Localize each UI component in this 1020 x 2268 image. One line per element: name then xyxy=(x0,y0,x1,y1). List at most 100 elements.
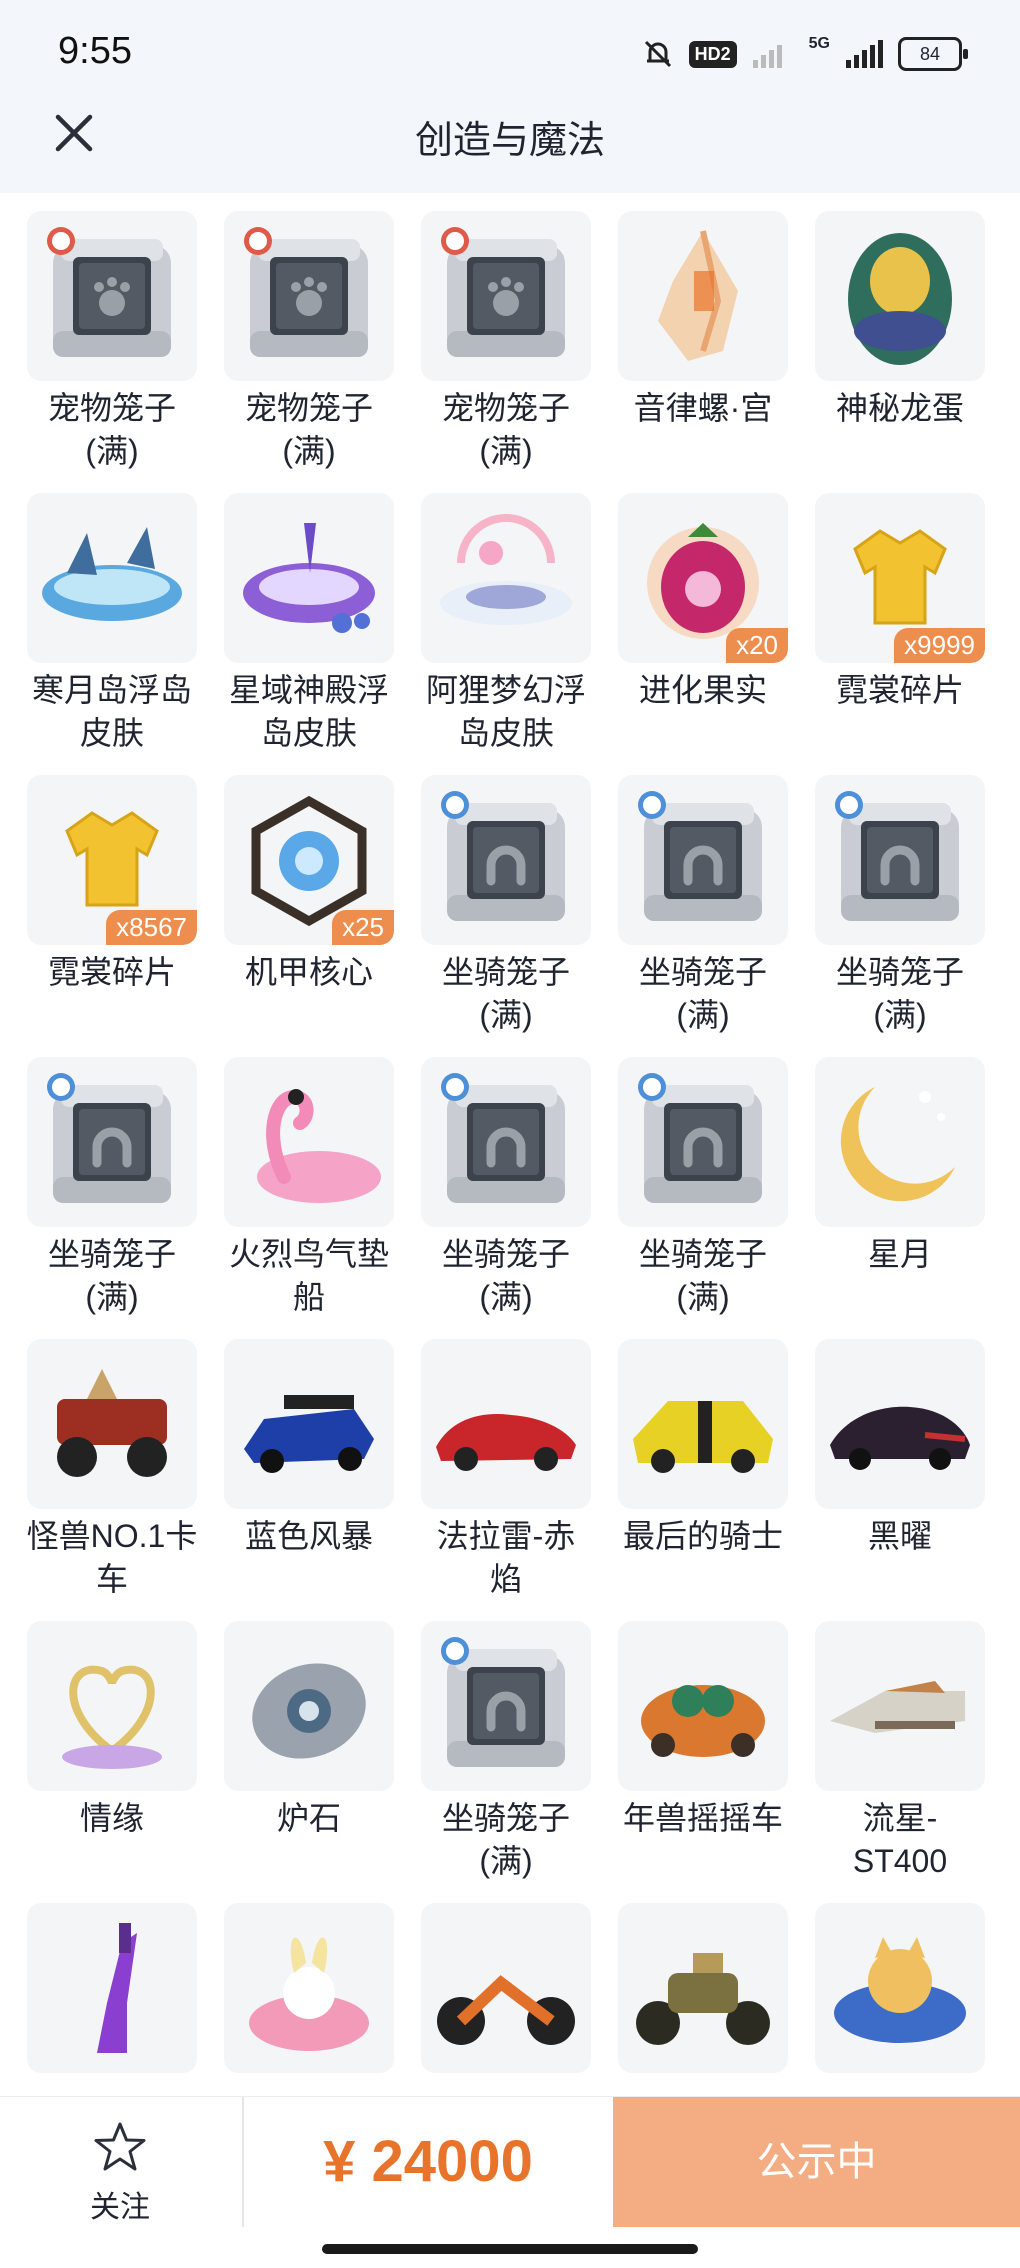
item-name-line1: 音律螺·宫 xyxy=(633,390,773,426)
item-name-line2: (满) xyxy=(479,1843,533,1879)
item-name: 神秘龙蛋 xyxy=(801,387,999,430)
item-thumbnail xyxy=(421,1903,591,2073)
mount-cage-icon xyxy=(47,1073,171,1203)
item-name-line1: 炉石 xyxy=(276,1800,341,1836)
flamingo-float-icon xyxy=(257,1089,381,1203)
page-title: 创造与魔法 xyxy=(414,120,605,162)
item-name-line1: 霓裳碎片 xyxy=(835,672,964,708)
item-name-line1: 年兽摇摇车 xyxy=(622,1800,783,1836)
item-name-line2: (满) xyxy=(873,997,927,1033)
item-name-line1: 进化果实 xyxy=(638,672,767,708)
orange-motorcycle-icon xyxy=(437,1975,575,2045)
item-name: 情缘 xyxy=(13,1797,211,1840)
item-name-line2: 岛皮肤 xyxy=(260,715,357,751)
item-thumbnail xyxy=(27,1621,197,1791)
item-name-line1: 机甲核心 xyxy=(244,954,373,990)
item-grid: 宠物笼子 (满) 宠物笼子 (满) 宠物笼子 (满) 音律螺·宫 神秘龙蛋 寒月岛浮岛… xyxy=(0,193,1020,2096)
item-thumbnail xyxy=(421,493,591,663)
hearthstone-icon xyxy=(252,1663,366,1759)
signal-icon xyxy=(752,45,782,68)
item-name: 音律螺·宫 xyxy=(604,387,802,430)
item-name-line1: 坐骑笼子 xyxy=(441,1236,570,1272)
item-name-line2: (满) xyxy=(85,433,139,469)
item-name-line1: 霓裳碎片 xyxy=(47,954,176,990)
item-name-line1: 星域神殿浮 xyxy=(228,672,389,708)
item-name: 炉石 xyxy=(210,1797,408,1840)
price: ¥ 24000 xyxy=(323,2129,533,2194)
item-thumbnail xyxy=(27,211,197,381)
item-thumbnail xyxy=(815,1057,985,1227)
item-name-line1: 星月 xyxy=(867,1236,932,1272)
item-thumbnail xyxy=(421,775,591,945)
item-thumbnail xyxy=(27,493,197,663)
item-thumbnail xyxy=(421,1057,591,1227)
item-thumbnail: x25 xyxy=(224,775,394,945)
blue-race-car-icon xyxy=(244,1395,374,1473)
item-name: 坐骑笼子 (满) xyxy=(604,1233,802,1319)
mount-cage-icon xyxy=(638,1073,762,1203)
item-name-line1: 蓝色风暴 xyxy=(244,1518,373,1554)
item-name-line2: 船 xyxy=(292,1279,325,1315)
item-name-line2: (满) xyxy=(282,433,336,469)
item-name-line2: 车 xyxy=(95,1561,128,1597)
item-name: 星域神殿浮 岛皮肤 xyxy=(210,669,408,755)
item-name: 星月 xyxy=(801,1233,999,1276)
item-name: 火烈鸟气垫船 xyxy=(210,1233,408,1319)
mount-cage-icon xyxy=(441,1637,565,1767)
item-thumbnail xyxy=(815,1621,985,1791)
item-thumbnail xyxy=(224,1057,394,1227)
item-thumbnail xyxy=(421,1621,591,1791)
crescent-moon-icon xyxy=(840,1087,955,1202)
item-thumbnail: x9999 xyxy=(815,493,985,663)
black-classic-car-icon xyxy=(830,1406,970,1470)
item-name-line1: 坐骑笼子 xyxy=(441,1800,570,1836)
item-name-line1: 坐骑笼子 xyxy=(638,954,767,990)
item-name: 阿狸梦幻浮 岛皮肤 xyxy=(407,669,605,755)
army-motorcycle-icon xyxy=(636,1953,770,2045)
mount-cage-icon xyxy=(441,791,565,921)
item-name: 坐骑笼子 (满) xyxy=(13,1233,211,1319)
item-name-line1: 宠物笼子 xyxy=(244,390,373,426)
item-name-line1: 情缘 xyxy=(79,1800,144,1836)
item-thumbnail: x8567 xyxy=(27,775,197,945)
item-name: 怪兽NO.1卡车 xyxy=(13,1515,211,1601)
item-name-line1: 流星- xyxy=(862,1800,938,1836)
item-thumbnail xyxy=(618,1339,788,1509)
item-thumbnail xyxy=(224,493,394,663)
item-name: 霓裳碎片 xyxy=(801,669,999,712)
item-name: 进化果实 xyxy=(604,669,802,712)
item-name-line1: 寒月岛浮岛 xyxy=(31,672,192,708)
item-name: 霓裳碎片 xyxy=(13,951,211,994)
item-name-line1: 阿狸梦幻浮 xyxy=(425,672,586,708)
dragon-egg-icon xyxy=(848,233,952,365)
item-name-line1: 法拉雷-赤 xyxy=(436,1518,576,1554)
mount-cage-icon xyxy=(638,791,762,921)
item-name: 宠物笼子 (满) xyxy=(13,387,211,473)
item-thumbnail xyxy=(224,1339,394,1509)
item-name-line1: 最后的骑士 xyxy=(622,1518,783,1554)
item-thumbnail xyxy=(815,775,985,945)
item-thumbnail xyxy=(224,1621,394,1791)
follow-button[interactable]: 关注 xyxy=(60,2121,180,2231)
yellow-muscle-car-icon xyxy=(633,1401,773,1473)
item-thumbnail xyxy=(618,1903,788,2073)
item-name-line2: 岛皮肤 xyxy=(457,715,554,751)
pet-cage-icon xyxy=(244,227,368,357)
status-button[interactable]: 公示中 xyxy=(613,2097,1020,2227)
header: 创造与魔法 xyxy=(0,95,1020,193)
item-name-line2: (满) xyxy=(479,433,533,469)
follow-label: 关注 xyxy=(90,2191,150,2224)
item-thumbnail xyxy=(815,1903,985,2073)
item-name: 流星- ST400 xyxy=(801,1797,999,1883)
item-name-line2: (满) xyxy=(676,1279,730,1315)
item-name-line1: 坐骑笼子 xyxy=(835,954,964,990)
item-thumbnail xyxy=(421,211,591,381)
status-time: 9:55 xyxy=(58,30,132,72)
item-name-line1: 宠物笼子 xyxy=(47,390,176,426)
item-name-line2: (满) xyxy=(479,997,533,1033)
battery-icon: 84 xyxy=(898,37,968,71)
home-indicator xyxy=(322,2244,698,2254)
floating-island-star-icon xyxy=(243,523,375,633)
item-name-line1: 神秘龙蛋 xyxy=(835,390,964,426)
item-name: 坐骑笼子 (满) xyxy=(801,951,999,1037)
